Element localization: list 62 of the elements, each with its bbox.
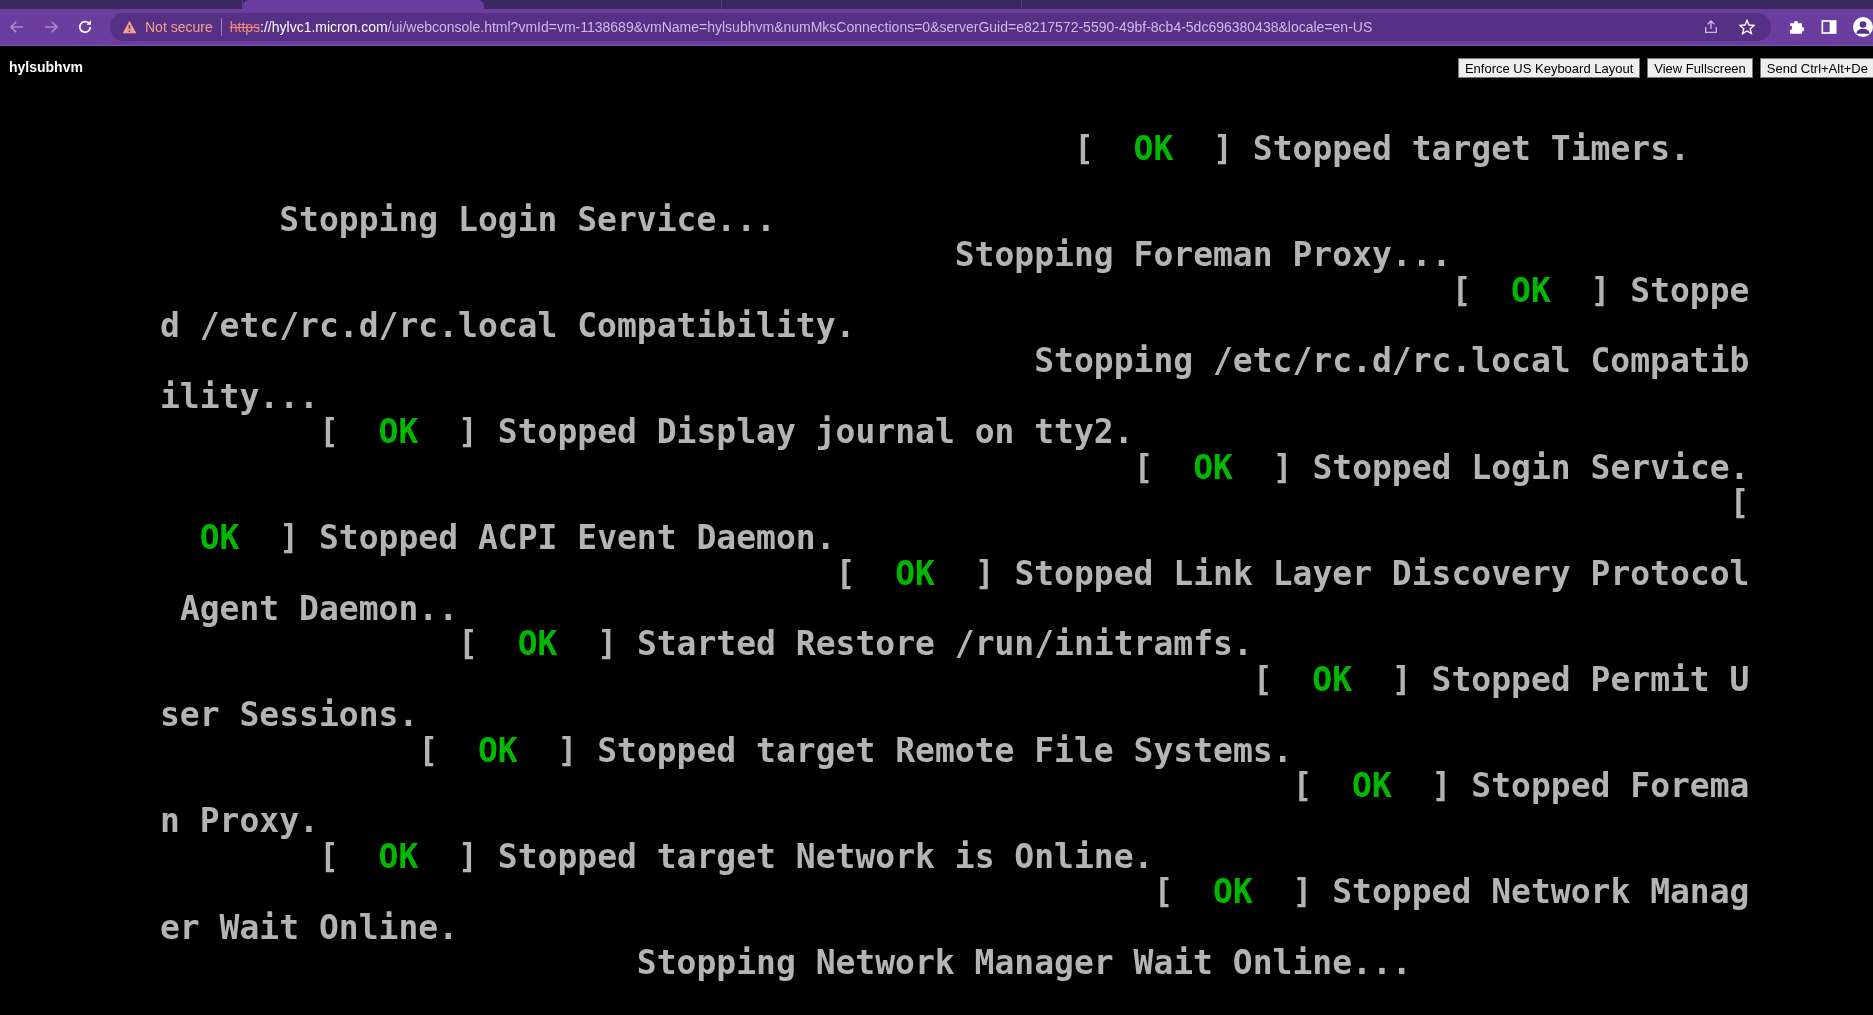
- console-text: [: [1153, 874, 1174, 910]
- url-text: https://hylvc1.micron.com/ui/webconsole.html?vmId=vm-1138689&vmName=hylsubhvm&numMksConnections=0&serverGuid=e8217572-5590-49bf-8cb4-5dc696380438&locale=en-US: [229, 17, 1374, 37]
- share-icon[interactable]: [1703, 19, 1719, 35]
- toolbar-button[interactable]: Send Ctrl+Alt+De: [1759, 58, 1873, 78]
- console-text: d /etc/rc.d/rc.local Compatibility.: [160, 307, 856, 344]
- console-text: n Proxy.: [160, 803, 319, 839]
- console-text: Stopping /etc/rc.d/rc.local Compatib: [1034, 343, 1750, 379]
- console-text: Stopping Network Manager Wait Online...: [636, 945, 1412, 981]
- security-label[interactable]: Not secure: [145, 16, 213, 38]
- warning-icon: [122, 20, 137, 34]
- console-text: ] Stopped Forema: [1431, 768, 1750, 804]
- console-text: Stopping Foreman Proxy...: [954, 237, 1452, 273]
- console-text: [: [1729, 484, 1750, 521]
- side-panel-icon[interactable]: [1821, 19, 1837, 35]
- toolbar-button[interactable]: View Fullscreen: [1647, 58, 1753, 78]
- ok-status: OK: [517, 626, 558, 662]
- forward-icon[interactable]: [42, 18, 60, 36]
- console-text: [: [458, 626, 478, 662]
- console-text: ] Stopped Display journal on tty2.: [458, 414, 1134, 450]
- console-text: [: [418, 732, 439, 769]
- console-text: ] Stopped Network Manag: [1292, 874, 1750, 910]
- puzzle-icon[interactable]: [1787, 18, 1805, 36]
- console-text: ] Stopped target Network is Online.: [458, 838, 1154, 875]
- ok-status: OK: [477, 732, 518, 769]
- console-text: ] Stopped Permit U: [1391, 661, 1750, 698]
- vm-name: hylsubhvm: [9, 57, 84, 77]
- console-text: ] Stoppe: [1590, 272, 1750, 308]
- console-text: ] Stopped Login Service.: [1272, 449, 1750, 485]
- reload-icon[interactable]: [76, 18, 94, 36]
- console-text: ] Stopped Link Layer Discovery Protocol: [974, 555, 1750, 592]
- console-text: [: [318, 414, 339, 450]
- console-text: [: [1133, 449, 1154, 485]
- console-text: [: [1292, 768, 1313, 804]
- toolbar-button[interactable]: Enforce US Keyboard Layout: [1457, 58, 1641, 78]
- console-text: [: [1073, 131, 1094, 167]
- ok-status: OK: [1133, 131, 1174, 167]
- console-text: [: [835, 555, 856, 592]
- ok-status: OK: [1213, 874, 1253, 910]
- console-text: er Wait Online.: [160, 909, 458, 945]
- console-text: [: [318, 838, 339, 875]
- console-text: ] Stopped ACPI Event Daemon.: [279, 520, 836, 556]
- console-text: ] Stopped target Remote File Systems.: [557, 732, 1293, 769]
- profile-icon[interactable]: [1853, 17, 1873, 37]
- ok-status: OK: [1511, 272, 1551, 308]
- ok-status: OK: [1193, 449, 1233, 485]
- console-text: [: [1451, 272, 1472, 308]
- console-text: ] Started Restore /run/initramfs.: [597, 626, 1253, 662]
- ok-status: OK: [1312, 661, 1353, 698]
- console-text: ] Stopped target Timers.: [1213, 131, 1690, 167]
- console-text: ility...: [160, 378, 319, 415]
- ok-status: OK: [378, 838, 419, 875]
- console-text: Stopping Login Service...: [279, 201, 776, 238]
- ok-status: OK: [895, 555, 935, 592]
- console-text: ser Sessions.: [160, 697, 419, 733]
- ok-status: OK: [1352, 768, 1392, 804]
- ok-status: OK: [378, 414, 419, 450]
- ok-status: OK: [199, 520, 240, 556]
- address-bar[interactable]: Not secure https://hylvc1.micron.com/ui/webconsole.html?vmId=vm-1138689&vmName=hylsubhvm&numMksConnections=0&serverGuid=e8217572-5590-49bf-8cb4-5dc696380438&locale=en-US: [110, 13, 1771, 41]
- star-icon[interactable]: [1739, 19, 1755, 35]
- back-icon[interactable]: [8, 18, 26, 36]
- console-text: Agent Daemon..: [179, 591, 459, 627]
- console-text: [: [1252, 661, 1273, 698]
